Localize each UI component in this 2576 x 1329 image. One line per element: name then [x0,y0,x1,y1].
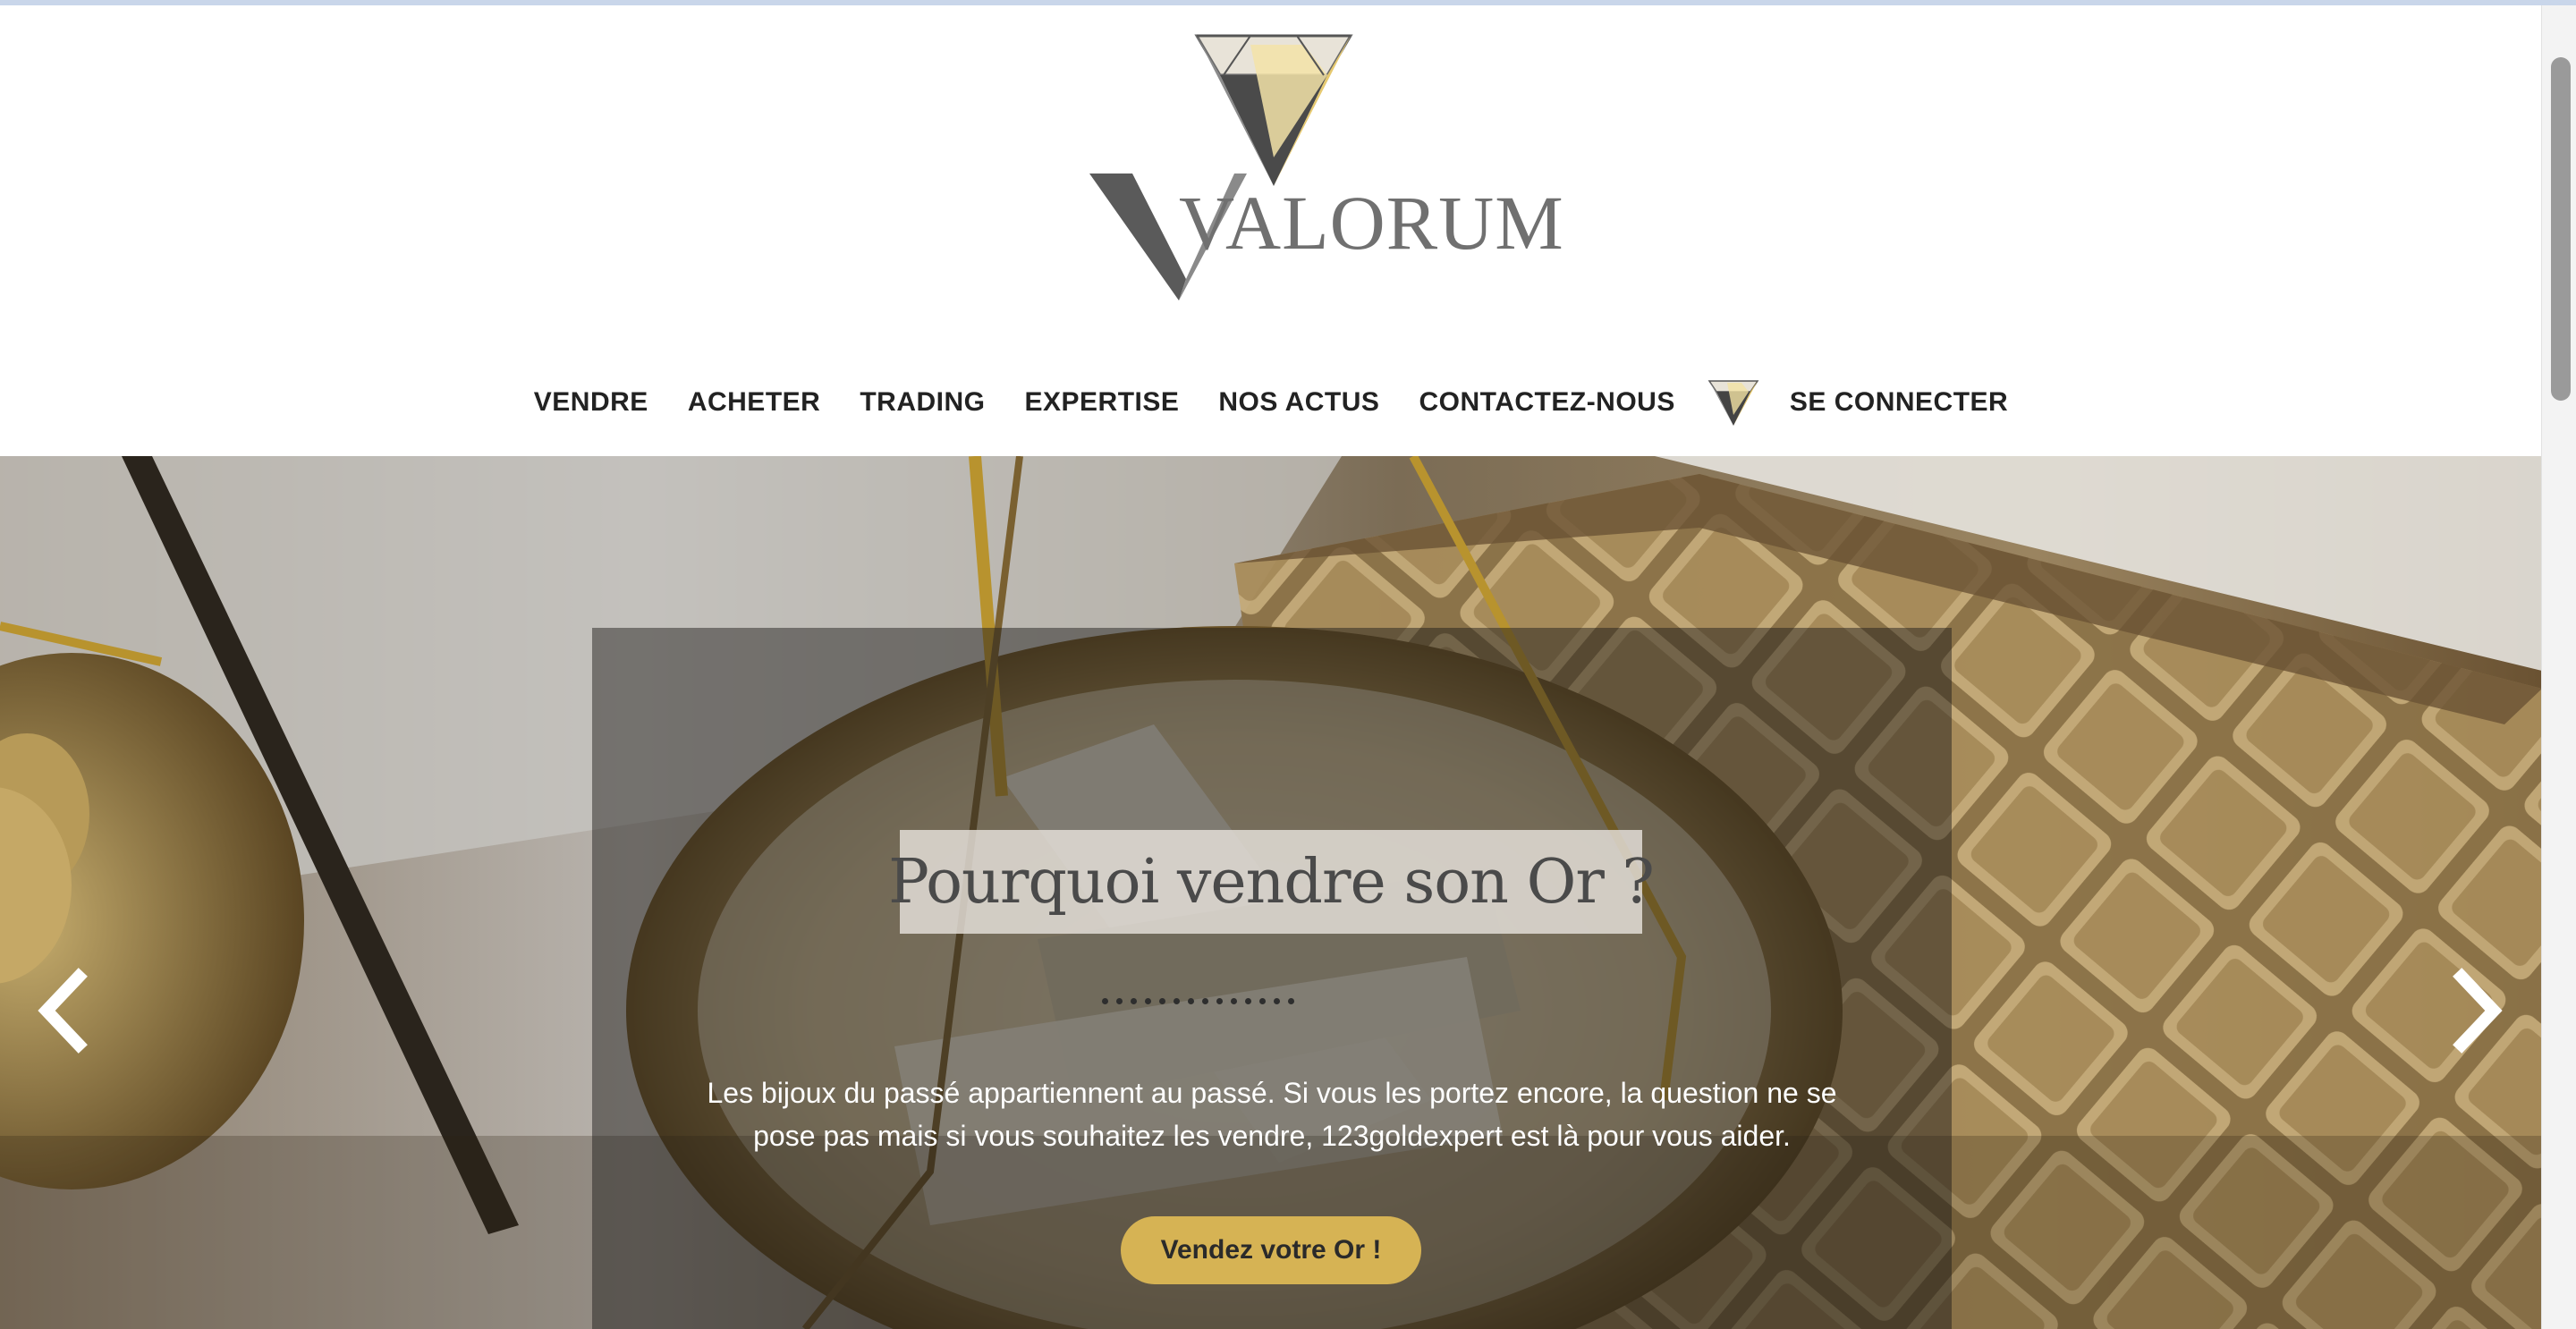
brand-name: VALORUM [1179,180,1564,266]
slider-dot[interactable] [1231,998,1237,1004]
slider-dot[interactable] [1159,998,1165,1004]
nav-item-acheter[interactable]: ACHETER [668,387,841,418]
nav-item-contactez-nous[interactable]: CONTACTEZ-NOUS [1399,387,1694,418]
login-link[interactable]: SE CONNECTER [1770,387,2028,418]
main-nav: VENDRE ACHETER TRADING EXPERTISE NOS ACT… [0,374,2542,431]
slider-dot[interactable] [1188,998,1194,1004]
chevron-right-icon[interactable] [2445,966,2508,1055]
sell-gold-button[interactable]: Vendez votre Or ! [1121,1216,1421,1284]
nav-item-vendre[interactable]: VENDRE [514,387,668,418]
diamond-logo-icon[interactable] [1089,23,1456,309]
page: VALORUM VENDRE ACHETER TRADING EXPERTISE… [0,0,2576,1329]
hero-description-line: Les bijoux du passé appartiennent au pas… [707,1077,1837,1109]
slider-dot[interactable] [1245,998,1251,1004]
slider-dots[interactable] [1102,998,1294,1004]
slider-dot[interactable] [1145,998,1151,1004]
slider-dot[interactable] [1288,998,1294,1004]
slider-dot[interactable] [1259,998,1266,1004]
slider-dot[interactable] [1216,998,1223,1004]
nav-item-nos-actus[interactable]: NOS ACTUS [1199,387,1399,418]
chevron-left-icon[interactable] [32,966,95,1055]
slider-dot[interactable] [1274,998,1280,1004]
slider-dot[interactable] [1102,998,1108,1004]
site-header: VALORUM VENDRE ACHETER TRADING EXPERTISE… [0,5,2542,456]
slider-dot[interactable] [1202,998,1208,1004]
slider-dot[interactable] [1116,998,1123,1004]
hero-title: Pourquoi vendre son Or ? [888,846,1655,918]
hero-description-line: pose pas mais si vous souhaitez les vend… [753,1120,1791,1152]
hero-slider: Pourquoi vendre son Or ? Les bijoux du p… [0,456,2542,1329]
hero-description: Les bijoux du passé appartiennent au pas… [626,1071,1918,1157]
nav-item-expertise[interactable]: EXPERTISE [1004,387,1199,418]
diamond-icon[interactable] [1704,374,1763,431]
slider-dot[interactable] [1174,998,1180,1004]
hero-title-box: Pourquoi vendre son Or ? [888,830,1655,934]
slider-dot[interactable] [1131,998,1137,1004]
scrollbar-thumb[interactable] [2551,57,2571,401]
nav-item-trading[interactable]: TRADING [840,387,1004,418]
